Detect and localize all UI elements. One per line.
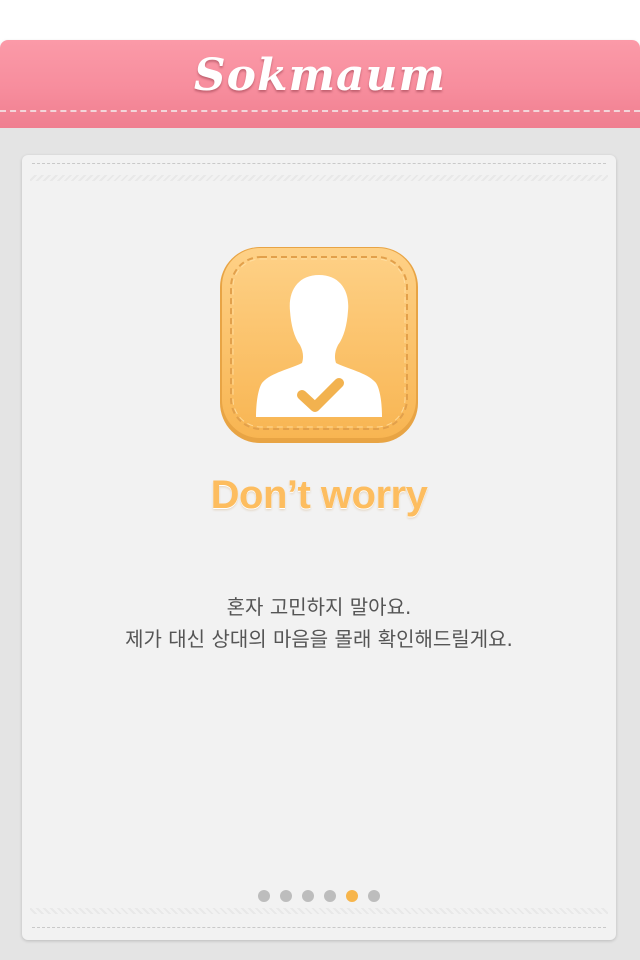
description-line: 제가 대신 상대의 마음을 몰래 확인해드릴게요. bbox=[125, 627, 513, 651]
onboarding-headline: Don’t worry bbox=[210, 473, 428, 517]
card-top-zigzag bbox=[30, 175, 608, 181]
app-title: Sokmaum bbox=[193, 50, 447, 101]
card-bottom-zigzag bbox=[30, 908, 608, 914]
header-stitch bbox=[0, 110, 640, 112]
status-bar bbox=[0, 0, 640, 40]
page-dot-6[interactable] bbox=[368, 890, 380, 902]
card-bottom-stitch bbox=[32, 927, 606, 928]
onboarding-card[interactable]: Don’t worry 혼자 고민하지 말아요. 제가 대신 상대의 마음을 몰… bbox=[22, 155, 616, 940]
app-header: Sokmaum bbox=[0, 40, 640, 128]
card-top-stitch bbox=[32, 163, 606, 164]
person-check-icon bbox=[220, 247, 418, 443]
page-dot-2[interactable] bbox=[280, 890, 292, 902]
page-dot-5-active[interactable] bbox=[346, 890, 358, 902]
page-dot-1[interactable] bbox=[258, 890, 270, 902]
page-dot-3[interactable] bbox=[302, 890, 314, 902]
page-indicator bbox=[22, 890, 616, 902]
onboarding-screen: Sokmaum Don’t worry 혼자 고민하지 말아요. 제가 대신 상… bbox=[0, 0, 640, 960]
description-line: 혼자 고민하지 말아요. bbox=[226, 595, 412, 619]
onboarding-description: 혼자 고민하지 말아요. 제가 대신 상대의 마음을 몰래 확인해드릴게요. bbox=[22, 591, 616, 655]
page-dot-4[interactable] bbox=[324, 890, 336, 902]
